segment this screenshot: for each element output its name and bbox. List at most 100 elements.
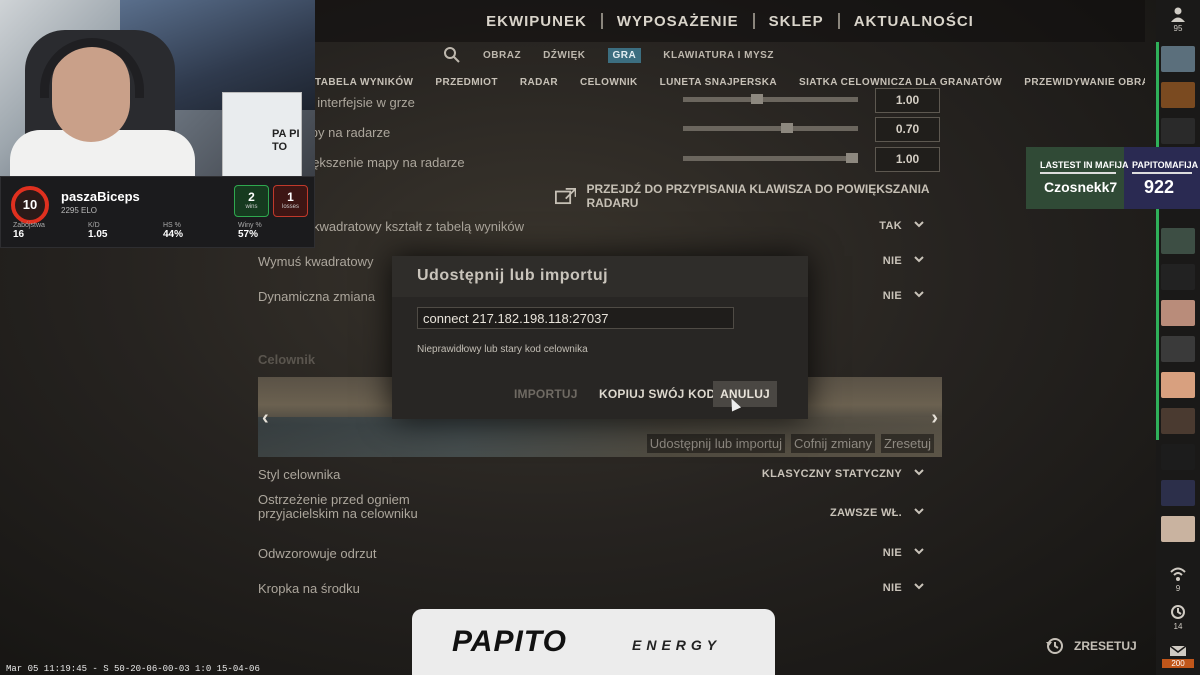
losses-badge: 1 losses [273, 185, 308, 217]
crosshair-code-input[interactable] [417, 307, 734, 329]
chevron-down-icon [914, 508, 924, 515]
timestamp-overlay: Mar 05 11:19:45 - S 50-20-06-00-03 1:0 1… [6, 664, 260, 674]
subnav-gra[interactable]: GRA [607, 47, 642, 63]
stat-label: HS % [163, 222, 181, 229]
keybind-link[interactable]: PRZEJDŹ DO PRZYPISANIA KLAWISZA DO POWIĘ… [555, 182, 942, 210]
radar-map-zoom-slider[interactable] [683, 123, 858, 133]
undo-changes-button[interactable]: Cofnij zmiany [791, 434, 876, 453]
webcam: PA PI TO [0, 0, 315, 178]
mail-icon [1169, 645, 1187, 656]
friend-avatar[interactable] [1161, 82, 1195, 108]
player-elo: 2295 ELO [61, 206, 98, 215]
faceit-stats-card: 10 paszaBiceps 2295 ELO 2 wins 1 losses Za… [0, 176, 315, 248]
setting-value: NIE [882, 255, 902, 267]
friend-avatar[interactable] [1161, 118, 1195, 144]
stat-kd: K/D 1.05 [88, 222, 163, 240]
stream-screen: { "top_nav": ["EKWIPUNEK", "WYPOSAŻENIE"… [0, 0, 1200, 675]
losses-count: 1 [287, 190, 294, 204]
friend-avatar[interactable] [1161, 444, 1195, 470]
stat-kills: Zabójstwa 16 [13, 222, 88, 240]
radar-alt-zoom-slider[interactable] [683, 153, 858, 163]
external-link-icon [555, 187, 577, 205]
search-icon[interactable] [443, 46, 461, 64]
friend-avatar[interactable] [1161, 46, 1195, 72]
dialog-title: Udostępnij lub importuj [392, 256, 808, 297]
sponsor-banner: PAPITO ENERGY [412, 609, 775, 675]
mail-button[interactable]: 200 [1156, 645, 1200, 668]
setting-crosshair-style[interactable]: Styl celownika KLASYCZNY STATYCZNY [258, 458, 942, 492]
reset-icon [1046, 638, 1063, 654]
nav-wyposazenie[interactable]: WYPOSAŻENIE [603, 13, 753, 30]
setting-value: NIE [882, 290, 902, 302]
history-icon [1171, 605, 1185, 619]
share-import-dialog: Udostępnij lub importuj Nieprawidłowy lu… [392, 256, 808, 419]
mafia-score: 922 [1144, 177, 1175, 197]
slider-knob[interactable] [751, 94, 764, 104]
setting-label: Dynamiczna zmiana [258, 289, 376, 304]
radar-map-zoom-value[interactable]: 0.70 [875, 117, 940, 142]
friends-button[interactable]: 95 [1156, 0, 1200, 40]
radar-alt-zoom-value[interactable]: 1.00 [875, 147, 940, 172]
reset-crosshair-button[interactable]: Zresetuj [881, 434, 934, 453]
setting-value: ZAWSZE WŁ. [829, 507, 902, 519]
friend-avatar[interactable] [1161, 228, 1195, 254]
setting-value: TAK [879, 220, 902, 232]
subnav-klawiatura[interactable]: KLAWIATURA I MYSZ [663, 50, 774, 61]
setting-value: KLASYCZNY STATYCZNY [761, 468, 902, 480]
stat-hs: HS % 44% [163, 222, 238, 240]
wifi-button[interactable]: 9 [1156, 566, 1200, 593]
setting-center-dot[interactable]: Kropka na środku NIE [258, 572, 942, 606]
friend-avatar[interactable] [1161, 300, 1195, 326]
crosshair-section-title: Celownik [258, 352, 316, 367]
faceit-stats: Zabójstwa 16 K/D 1.05 HS % 44% Winy % 57% [13, 222, 313, 240]
losses-label: losses [281, 204, 299, 210]
stat-value: 57% [238, 229, 259, 240]
friend-avatar[interactable] [1161, 480, 1195, 506]
wins-count: 2 [248, 190, 255, 204]
fridge-label: PA PI TO [272, 128, 300, 153]
mafia-label-papito: PAPITOMAFIJA [1132, 160, 1199, 170]
cancel-button[interactable]: ANULUJ [713, 381, 777, 407]
setting-label: Kropka na środku [258, 581, 360, 596]
nav-ekwipunek[interactable]: EKWIPUNEK [472, 13, 601, 30]
chevron-down-icon [914, 583, 924, 590]
chevron-down-icon [914, 548, 924, 555]
setting-value: NIE [882, 582, 902, 594]
friend-avatar[interactable] [1161, 408, 1195, 434]
preview-buttons: Udostępnij lub importuj Cofnij zmiany Zr… [646, 434, 934, 453]
friend-avatar[interactable] [1161, 336, 1195, 362]
nav-sklep[interactable]: SKLEP [755, 13, 838, 30]
friend-avatar[interactable] [1161, 516, 1195, 542]
radar-hud-value[interactable]: 1.00 [875, 88, 940, 113]
chevron-down-icon [914, 291, 924, 298]
mafia-overlay: LASTEST IN MAFIJA PAPITOMAFIJA Czosnekk7… [1026, 147, 1200, 209]
slider-knob[interactable] [780, 123, 793, 133]
divider [1040, 172, 1116, 174]
share-import-button[interactable]: Udostępnij lub importuj [646, 434, 785, 453]
chevron-left-icon[interactable]: ‹ [262, 407, 269, 430]
setting-label: Styl celownika [258, 467, 341, 482]
setting-recoil[interactable]: Odwzorowuje odrzut NIE [258, 537, 942, 571]
reset-all-button[interactable]: ZRESETUJ [1044, 636, 1137, 656]
chevron-down-icon [914, 469, 924, 476]
keybind-link-label: PRZEJDŹ DO PRZYPISANIA KLAWISZA DO POWIĘ… [586, 182, 930, 210]
friends-icon [1171, 7, 1185, 22]
chevron-right-icon[interactable]: › [931, 407, 938, 430]
stat-value: 16 [13, 229, 25, 240]
friends-count: 95 [1173, 24, 1183, 33]
nav-aktualnosci[interactable]: AKTUALNOŚCI [840, 13, 988, 30]
history-count: 14 [1173, 622, 1183, 631]
subnav-obraz[interactable]: OBRAZ [483, 50, 521, 61]
import-button[interactable]: IMPORTUJ [514, 381, 578, 407]
radar-hud-slider[interactable] [683, 94, 858, 104]
subnav-dzwiek[interactable]: DŹWIĘK [543, 50, 585, 61]
slider-knob[interactable] [846, 153, 858, 163]
friend-avatar[interactable] [1161, 264, 1195, 290]
copy-code-button[interactable]: KOPIUJ SWÓJ KOD [599, 381, 715, 407]
mafia-left-panel [1026, 147, 1124, 209]
setting-friendly-fire[interactable]: Ostrzeżenie przed ogniem przyjacielskim … [258, 491, 942, 535]
friend-avatar[interactable] [1161, 372, 1195, 398]
history-button[interactable]: 14 [1156, 604, 1200, 631]
tab-przewidywanie[interactable]: PRZEWIDYWANIE OBRAŻE [1024, 77, 1145, 88]
setting-square-radar[interactable]: kwadratowy kształt z tabelą wyników TAK [258, 210, 942, 244]
